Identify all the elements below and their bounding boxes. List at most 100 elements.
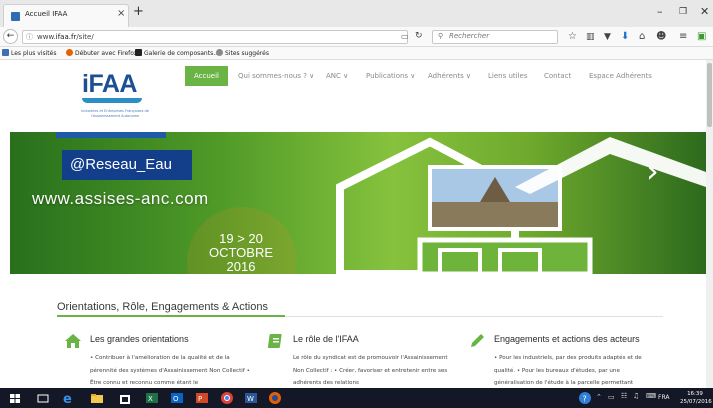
help-icon[interactable]: ? — [578, 391, 592, 405]
keyboard-icon[interactable]: ⌨ — [646, 392, 656, 400]
home-icon[interactable]: ⌂ — [639, 30, 645, 44]
banner-top-strip — [56, 132, 166, 138]
svg-text:W: W — [247, 395, 254, 403]
volume-icon[interactable]: ♫ — [633, 392, 639, 400]
download-icon[interactable]: ⬇ — [621, 30, 629, 44]
section-accent-bar — [57, 315, 285, 317]
bookmark-item[interactable]: Sites suggérés — [216, 49, 269, 57]
search-input[interactable] — [449, 32, 553, 40]
tray-chevron-icon[interactable]: ⌃ — [596, 393, 602, 401]
close-window-icon[interactable]: ✕ — [700, 5, 709, 19]
scrollbar-thumb[interactable] — [707, 63, 712, 127]
firefox-icon[interactable] — [268, 391, 282, 405]
banner-date-days: 19 > 20 — [219, 231, 263, 246]
svg-text:?: ? — [583, 395, 587, 404]
maximize-icon[interactable]: ❒ — [679, 5, 687, 19]
browser-toolbar: ← ⓘ www.ifaa.fr/site/ ▭ ↻ ⚲ ☆ ▥ ▼ ⬇ ⌂ ☻ … — [0, 27, 713, 47]
tab-favicon-icon — [11, 12, 20, 21]
chevron-right-icon[interactable]: › — [646, 152, 659, 190]
home-icon — [65, 334, 81, 348]
web-page: iFAA Industries et Entreprises Française… — [0, 60, 713, 388]
windows-taskbar: e X O P W ? ⌃ ▭ ☷ ♫ ⌨ FRA 16:39 25/07/20… — [0, 388, 713, 408]
logo-subtitle: Industries et Entreprises Françaises de … — [81, 109, 149, 118]
banner-date-year: 2016 — [226, 259, 256, 274]
clipboard-icon[interactable]: ▥ — [586, 30, 595, 44]
logo-wave-shape — [82, 98, 142, 103]
menu-icon[interactable]: ≡ — [679, 30, 687, 44]
tab-close-icon[interactable]: × — [117, 7, 125, 21]
svg-text:X: X — [148, 395, 153, 403]
word-icon[interactable]: W — [244, 391, 258, 405]
bookmarks-toolbar: Les plus visités Débuter avec Firefox Ga… — [0, 47, 713, 60]
pocket-icon[interactable]: ▼ — [604, 30, 611, 44]
chrome-icon[interactable] — [220, 391, 234, 405]
powerpoint-icon[interactable]: P — [195, 391, 209, 405]
clock-time: 16:39 — [687, 391, 703, 397]
nav-qui-sommes-nous[interactable]: Qui sommes-nous ? ∨ — [238, 66, 314, 86]
task-view-icon[interactable] — [36, 391, 50, 405]
reader-view-icon[interactable]: ▭ — [401, 32, 409, 41]
url-bar[interactable]: ⓘ www.ifaa.fr/site/ ▭ — [22, 30, 409, 44]
site-logo[interactable]: iFAA Industries et Entreprises Française… — [70, 68, 160, 126]
clock-date: 25/07/2016 — [680, 399, 712, 405]
column-title: Les grandes orientations — [90, 334, 189, 344]
bookmark-item[interactable]: Galerie de composants... — [135, 49, 219, 57]
logo-text: iFAA — [82, 70, 137, 98]
back-arrow-icon[interactable]: ← — [3, 29, 18, 44]
pencil-icon — [471, 334, 484, 347]
globe-icon — [216, 49, 223, 56]
reload-icon[interactable]: ↻ — [415, 31, 423, 41]
svg-text:O: O — [173, 395, 179, 403]
battery-icon[interactable]: ▭ — [608, 393, 615, 401]
hero-banner[interactable]: @Reseau_Eau www.assises-anc.com 19 > 20 … — [10, 132, 706, 274]
search-bar[interactable]: ⚲ — [432, 30, 558, 44]
nav-accueil[interactable]: Accueil — [185, 66, 228, 86]
clock[interactable]: 16:39 25/07/2016 — [680, 390, 712, 406]
nav-espace-adherents[interactable]: Espace Adhérents — [589, 66, 652, 86]
nav-anc[interactable]: ANC ∨ — [326, 66, 348, 86]
excel-icon[interactable]: X — [145, 391, 159, 405]
info-icon[interactable]: ⓘ — [26, 32, 33, 42]
nav-adherents[interactable]: Adhérents ∨ — [428, 66, 471, 86]
banner-date: 19 > 20 OCTOBRE 2016 — [200, 232, 282, 274]
column-title: Le rôle de l'IFAA — [293, 334, 359, 344]
column-text: • Contribuer à l'amélioration de la qual… — [90, 355, 250, 386]
emoji-icon[interactable]: ☻ — [656, 30, 666, 44]
store-icon[interactable] — [118, 391, 132, 405]
banner-url[interactable]: www.assises-anc.com — [32, 189, 209, 209]
bookmark-item[interactable]: Débuter avec Firefox — [66, 49, 137, 57]
banner-date-month: OCTOBRE — [208, 245, 274, 260]
firefox-icon — [66, 49, 73, 56]
book-icon — [267, 334, 282, 348]
bookmark-star-icon[interactable]: ☆ — [568, 30, 577, 44]
browser-tab[interactable]: Accueil IFAA × — [3, 4, 129, 27]
column-text: Le rôle du syndicat est de promouvoir l'… — [293, 355, 448, 386]
nav-contact[interactable]: Contact — [544, 66, 571, 86]
edge-icon[interactable]: e — [62, 391, 76, 405]
outlook-icon[interactable]: O — [170, 391, 184, 405]
column-title: Engagements et actions des acteurs — [494, 334, 640, 344]
bookmark-folder-icon — [2, 49, 9, 56]
network-icon[interactable]: ☷ — [621, 392, 627, 400]
url-text: www.ifaa.fr/site/ — [37, 33, 94, 41]
svg-text:P: P — [198, 395, 202, 403]
minimize-icon[interactable]: – — [657, 5, 663, 19]
svg-text:e: e — [63, 392, 72, 405]
bookmark-item[interactable]: Les plus visités — [2, 49, 56, 57]
nav-liens-utiles[interactable]: Liens utiles — [488, 66, 527, 86]
addon-icon[interactable]: ▣ — [697, 30, 706, 44]
section-title: Orientations, Rôle, Engagements & Action… — [57, 301, 268, 313]
new-tab-button[interactable]: + — [133, 5, 144, 19]
windows-start-icon[interactable] — [8, 391, 22, 405]
tab-title: Accueil IFAA — [25, 10, 68, 18]
gallery-icon — [135, 49, 142, 56]
language-indicator[interactable]: FRA — [658, 394, 669, 401]
file-explorer-icon[interactable] — [90, 391, 104, 405]
column-text: • Pour les industriels, par des produits… — [494, 355, 642, 386]
photo-building — [430, 202, 560, 229]
search-icon: ⚲ — [438, 32, 444, 40]
banner-hashtag: @Reseau_Eau — [62, 150, 192, 180]
tank-shape — [417, 237, 593, 274]
page-scrollbar[interactable] — [706, 60, 713, 388]
nav-publications[interactable]: Publications ∨ — [366, 66, 415, 86]
